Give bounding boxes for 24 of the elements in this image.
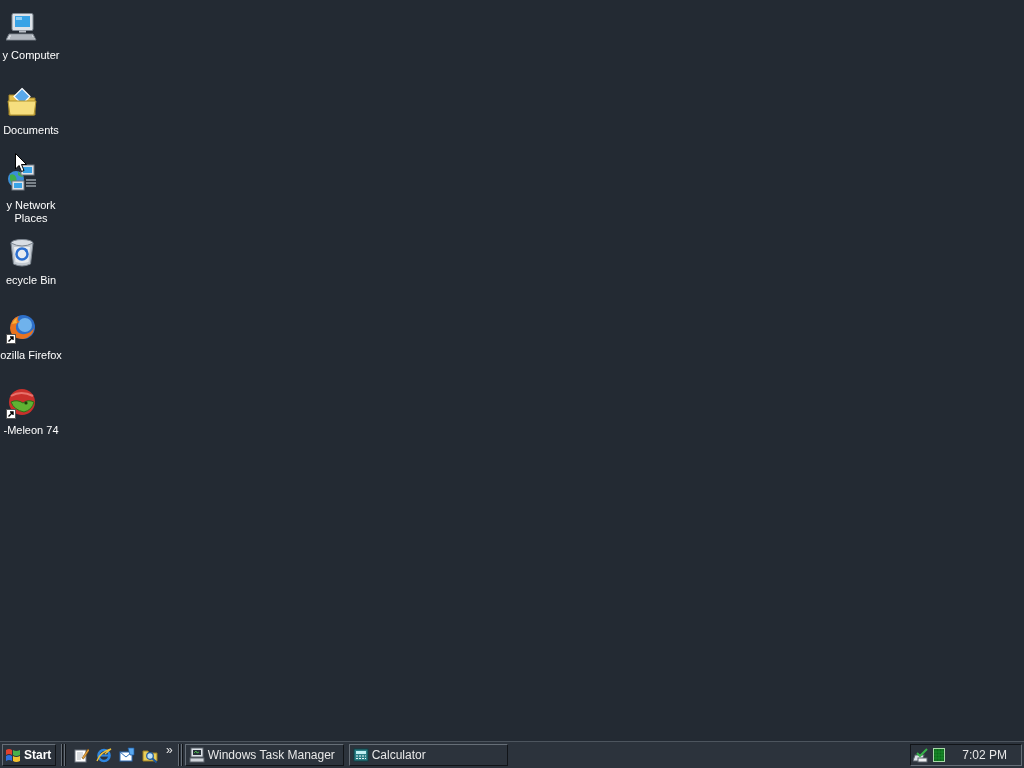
icon-label[interactable]: -Meleon 74 [0,424,62,437]
network-computers-icon[interactable] [913,747,929,763]
document-pencil-icon[interactable] [73,747,89,763]
start-button[interactable]: Start [2,744,56,766]
icon-label[interactable]: y Computer [0,49,62,62]
folder-icon[interactable] [6,87,38,119]
more-button[interactable]: » [165,743,174,757]
taskbar-button[interactable]: Calculator [348,744,508,766]
icon-label[interactable]: ecycle Bin [0,274,62,287]
mail-icon[interactable] [119,747,135,763]
network-computers-icon[interactable] [6,162,38,194]
clock[interactable]: 7:02 PM [962,746,1007,764]
icon-label[interactable]: Documents [0,124,62,137]
browser-e-icon[interactable] [96,747,112,763]
monitor-icon [188,747,205,763]
folder-search-icon[interactable] [142,747,158,763]
calculator-icon [352,747,369,763]
taskbar-button[interactable]: Windows Task Manager [184,744,344,766]
windows-flag-icon [5,747,21,763]
icon-label[interactable]: ozilla Firefox [0,349,62,362]
icon-label[interactable]: y Network Places [0,199,62,225]
grid-square-icon[interactable] [933,748,945,762]
computer-icon[interactable] [6,12,38,44]
mouse-pointer-icon [15,153,27,172]
